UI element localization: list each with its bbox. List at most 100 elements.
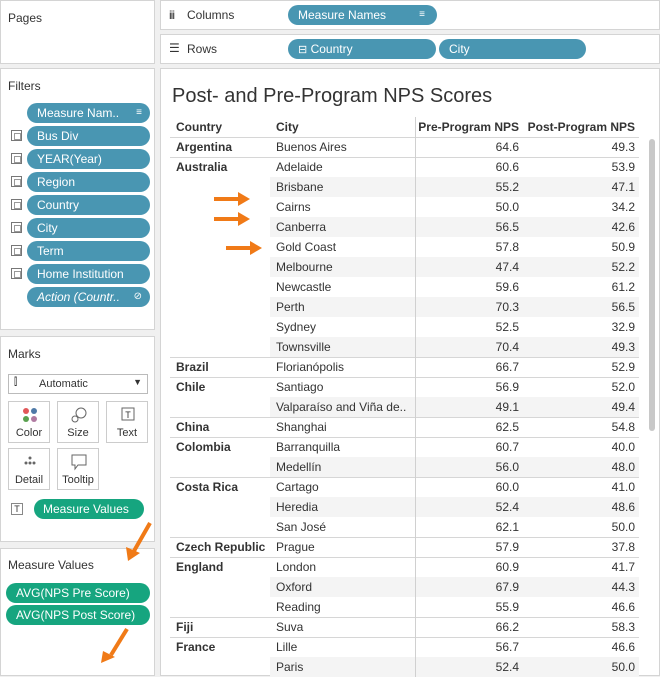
table-row[interactable]: Melbourne 47.4 52.2 bbox=[170, 257, 639, 277]
table-row[interactable]: Fiji Suva 66.2 58.3 bbox=[170, 616, 639, 637]
table-row[interactable]: Czech Republic Prague 57.9 37.8 bbox=[170, 536, 639, 557]
arrow-gold-coast-icon bbox=[226, 241, 262, 255]
table-row[interactable]: Argentina Buenos Aires 64.6 49.3 bbox=[170, 136, 639, 157]
size-button[interactable]: Size bbox=[57, 401, 99, 443]
cell-country bbox=[170, 657, 270, 677]
table-row[interactable]: Townsville 70.4 49.3 bbox=[170, 337, 639, 357]
table-row[interactable]: Costa Rica Cartago 60.0 41.0 bbox=[170, 476, 639, 497]
arrow-nps-post-icon bbox=[101, 627, 129, 663]
rows-pill-city[interactable]: City bbox=[439, 39, 586, 59]
pages-panel[interactable]: Pages bbox=[0, 0, 155, 64]
cell-post-nps: 49.4 bbox=[525, 397, 639, 417]
filter-icon bbox=[11, 268, 22, 279]
bar-chart-icon: ⫿ bbox=[14, 377, 18, 388]
filter-pill-year[interactable]: YEAR(Year) bbox=[27, 149, 150, 169]
cell-city: Prague bbox=[270, 536, 415, 557]
cell-country bbox=[170, 317, 270, 337]
header-pre-program-nps[interactable]: Pre-Program NPS bbox=[414, 117, 525, 137]
table-row[interactable]: France Lille 56.7 46.6 bbox=[170, 636, 639, 657]
columns-label: Columns bbox=[187, 8, 235, 22]
table-row[interactable]: Reading 55.9 46.6 bbox=[170, 597, 639, 617]
cell-post-nps: 46.6 bbox=[525, 636, 639, 657]
tooltip-button[interactable]: Tooltip bbox=[57, 448, 99, 490]
table-row[interactable]: Brazil Florianópolis 66.7 52.9 bbox=[170, 356, 639, 377]
header-post-program-nps[interactable]: Post-Program NPS bbox=[525, 117, 639, 137]
size-icon bbox=[71, 407, 87, 423]
header-city[interactable]: City bbox=[270, 117, 415, 137]
cell-country bbox=[170, 517, 270, 537]
table-row[interactable]: Colombia Barranquilla 60.7 40.0 bbox=[170, 436, 639, 457]
text-icon: T bbox=[121, 407, 135, 421]
marks-panel[interactable]: Marks ⫿ Automatic ▼ Color Size T Text De… bbox=[0, 336, 155, 542]
filter-pill-term[interactable]: Term bbox=[27, 241, 150, 261]
marks-pill-measure-values[interactable]: Measure Values bbox=[34, 499, 144, 519]
columns-shelf[interactable]: iii Columns Measure Names ≡ bbox=[160, 0, 660, 30]
cell-city: Medellín bbox=[270, 457, 415, 477]
filter-icon bbox=[11, 153, 22, 164]
cell-city: Cairns bbox=[276, 200, 311, 214]
cell-pre-nps: 60.0 bbox=[414, 476, 525, 497]
cell-country: Fiji bbox=[170, 616, 270, 637]
collapse-icon: ⊟ bbox=[298, 44, 308, 56]
cell-city: Gold Coast bbox=[276, 240, 337, 254]
cell-post-nps: 42.6 bbox=[525, 217, 639, 237]
cell-country: Australia bbox=[170, 156, 270, 177]
table-row[interactable]: England London 60.9 41.7 bbox=[170, 556, 639, 577]
cell-city: London bbox=[270, 556, 415, 577]
table-row[interactable]: Heredia 52.4 48.6 bbox=[170, 497, 639, 517]
rows-shelf[interactable]: ☰ Rows ⊟ Country City bbox=[160, 34, 660, 64]
cell-city: Oxford bbox=[270, 577, 415, 597]
cell-country: Chile bbox=[170, 376, 270, 397]
sort-icon: ≡ bbox=[136, 107, 142, 118]
table-row[interactable]: China Shanghai 62.5 54.8 bbox=[170, 416, 639, 437]
cell-pre-nps: 62.5 bbox=[414, 416, 525, 437]
detail-button[interactable]: Detail bbox=[8, 448, 50, 490]
cell-pre-nps: 49.1 bbox=[414, 397, 525, 417]
text-button[interactable]: T Text bbox=[106, 401, 148, 443]
filter-pill-region[interactable]: Region bbox=[27, 172, 150, 192]
filter-pill-country[interactable]: Country bbox=[27, 195, 150, 215]
filter-pill-measure-names[interactable]: Measure Nam.. ≡ bbox=[27, 103, 150, 123]
cell-pre-nps: 62.1 bbox=[414, 517, 525, 537]
cell-country bbox=[170, 457, 270, 477]
table-row[interactable]: Paris 52.4 50.0 bbox=[170, 657, 639, 677]
columns-pill-measure-names[interactable]: Measure Names ≡ bbox=[288, 5, 437, 25]
svg-text:T: T bbox=[125, 410, 131, 420]
cell-post-nps: 41.7 bbox=[525, 556, 639, 577]
cell-city: Suva bbox=[270, 616, 415, 637]
detail-icon bbox=[24, 456, 36, 465]
filter-pill-city[interactable]: City bbox=[27, 218, 150, 238]
cell-country bbox=[170, 497, 270, 517]
cell-post-nps: 58.3 bbox=[525, 616, 639, 637]
table-row[interactable]: Valparaíso and Viña de.. 49.1 49.4 bbox=[170, 397, 639, 417]
table-row[interactable]: Perth 70.3 56.5 bbox=[170, 297, 639, 317]
table-row[interactable]: Chile Santiago 56.9 52.0 bbox=[170, 376, 639, 397]
table-row[interactable]: Newcastle 59.6 61.2 bbox=[170, 277, 639, 297]
vertical-scrollbar[interactable] bbox=[649, 139, 655, 431]
filter-pill-action[interactable]: Action (Countr.. ⊘ bbox=[27, 287, 150, 307]
cell-pre-nps: 66.2 bbox=[414, 616, 525, 637]
cell-country: France bbox=[170, 636, 270, 657]
measure-values-panel[interactable]: Measure Values AVG(NPS Pre Score) AVG(NP… bbox=[0, 548, 155, 676]
filters-panel[interactable]: Filters Measure Nam.. ≡ Bus Div YEAR(Yea… bbox=[0, 68, 155, 330]
tooltip-icon bbox=[71, 454, 87, 471]
table-row[interactable]: San José 62.1 50.0 bbox=[170, 517, 639, 537]
cell-pre-nps: 60.6 bbox=[414, 156, 525, 177]
cell-city: Paris bbox=[270, 657, 415, 677]
filter-pill-home-institution[interactable]: Home Institution bbox=[27, 264, 150, 284]
table-row[interactable]: Sydney 52.5 32.9 bbox=[170, 317, 639, 337]
cell-pre-nps: 56.7 bbox=[414, 636, 525, 657]
table-row[interactable]: Medellín 56.0 48.0 bbox=[170, 457, 639, 477]
table-row[interactable]: Oxford 67.9 44.3 bbox=[170, 577, 639, 597]
table-row[interactable]: Australia Adelaide 60.6 53.9 bbox=[170, 156, 639, 177]
header-country[interactable]: Country bbox=[170, 117, 270, 137]
mark-type-dropdown[interactable]: ⫿ Automatic ▼ bbox=[8, 374, 148, 394]
measure-pill-nps-post[interactable]: AVG(NPS Post Score) bbox=[6, 605, 150, 625]
rows-pill-country[interactable]: ⊟ Country bbox=[288, 39, 436, 59]
color-button[interactable]: Color bbox=[8, 401, 50, 443]
filters-title: Filters bbox=[8, 79, 41, 93]
cell-city: Valparaíso and Viña de.. bbox=[270, 397, 415, 417]
measure-pill-nps-pre[interactable]: AVG(NPS Pre Score) bbox=[6, 583, 150, 603]
cell-city: Florianópolis bbox=[270, 356, 415, 377]
filter-pill-bus-div[interactable]: Bus Div bbox=[27, 126, 150, 146]
